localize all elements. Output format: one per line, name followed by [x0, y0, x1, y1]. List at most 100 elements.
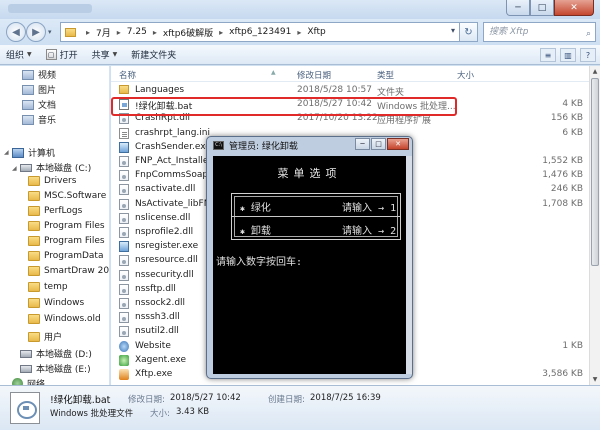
- selected-file-name: !绿化卸载.bat: [50, 395, 111, 406]
- folder-icon: [28, 266, 40, 276]
- view-controls: ≡ ▥ ?: [536, 48, 596, 62]
- console-titlebar[interactable]: C:\ 管理员: 绿化卸载 ─ □ ✕: [207, 137, 412, 154]
- column-type[interactable]: 类型: [377, 69, 394, 81]
- breadcrumb-xftp6-crack[interactable]: xftp6破解版: [163, 26, 213, 39]
- option-uninstall-hint: 请输入 → 2: [342, 222, 396, 237]
- console-maximize-button[interactable]: □: [371, 138, 386, 150]
- sidebar-item-music[interactable]: 音乐: [22, 113, 56, 126]
- breadcrumb-7月[interactable]: 7月: [96, 26, 111, 39]
- console-window[interactable]: C:\ 管理员: 绿化卸载 ─ □ ✕ 菜单选项 ✱ 绿化 请输入 → 1 ✱ 卸载…: [206, 136, 413, 379]
- folder-icon: [28, 221, 40, 231]
- exe-file-icon: [119, 241, 129, 253]
- sidebar-item-programdata[interactable]: ProgramData: [28, 251, 103, 261]
- sidebar-item-perflogs[interactable]: PerfLogs: [28, 206, 82, 216]
- sidebar-item-drive-d[interactable]: 本地磁盘 (D:): [20, 347, 92, 360]
- maximize-button[interactable]: □: [530, 0, 554, 16]
- file-modified: 2018/5/28 10:57: [297, 85, 372, 95]
- view-options-icon[interactable]: ≡: [540, 48, 556, 62]
- sidebar-item-windows-old[interactable]: Windows.old: [28, 314, 101, 324]
- open-button[interactable]: ▢ 打开: [45, 48, 78, 61]
- search-input[interactable]: 搜索 Xftp ⌕: [483, 22, 596, 42]
- highlight-box: [111, 97, 457, 116]
- dll-file-icon: [119, 212, 129, 224]
- sidebar-item-msc-software[interactable]: MSC.Software: [28, 191, 106, 201]
- sort-indicator-icon: ▲: [271, 69, 276, 76]
- new-folder-button[interactable]: 新建文件夹: [131, 48, 176, 61]
- organize-menu[interactable]: 组织 ▼: [6, 48, 32, 61]
- sidebar-item-windows[interactable]: Windows: [28, 298, 84, 308]
- help-icon[interactable]: ?: [580, 48, 596, 62]
- sidebar-item-program-files[interactable]: Program Files: [28, 221, 105, 231]
- library-icon: [22, 84, 34, 95]
- sidebar-item-program-files-x86[interactable]: Program Files: [28, 236, 105, 246]
- folder-icon: [28, 331, 40, 342]
- console-close-button[interactable]: ✕: [387, 138, 409, 150]
- library-icon: [22, 114, 34, 125]
- sidebar-item-pictures[interactable]: 图片: [22, 83, 56, 96]
- file-size: 6 KB: [562, 127, 583, 138]
- arrow-right-icon: →: [378, 226, 385, 237]
- close-button[interactable]: ✕: [554, 0, 594, 16]
- file-list-scrollbar[interactable]: ▲ ▼: [589, 66, 600, 385]
- console-scrollbar[interactable]: [406, 156, 412, 374]
- preview-pane-icon[interactable]: ▥: [560, 48, 576, 62]
- web-file-icon: [119, 340, 129, 352]
- forward-button[interactable]: ▶: [26, 22, 46, 42]
- option-green: ✱ 绿化: [240, 199, 271, 214]
- computer-icon: [12, 147, 24, 158]
- file-name: Languages: [135, 85, 185, 95]
- breadcrumb-xftp6-123491[interactable]: xftp6_123491: [229, 27, 291, 37]
- sidebar-item-videos[interactable]: 视频: [22, 68, 56, 81]
- breadcrumb-7-25[interactable]: 7.25: [127, 27, 147, 37]
- console-title: 管理员: 绿化卸载: [229, 142, 298, 152]
- file-size: 4 KB: [562, 99, 583, 110]
- file-name: nsutil2.dll: [135, 326, 179, 337]
- file-size: 1,552 KB: [542, 156, 583, 166]
- batch-file-icon: [10, 392, 40, 424]
- scroll-down-icon[interactable]: ▼: [590, 374, 600, 385]
- minimize-button[interactable]: ─: [506, 0, 530, 16]
- column-name[interactable]: 名称: [119, 69, 136, 81]
- sidebar-item-temp[interactable]: temp: [28, 282, 68, 292]
- file-size: 1,708 KB: [542, 198, 583, 209]
- recent-pages-dropdown[interactable]: ▾: [48, 28, 52, 36]
- drive-icon: [20, 163, 32, 172]
- sidebar-item-label: Program Files: [44, 236, 105, 246]
- folder-file-icon: [119, 85, 129, 94]
- share-menu[interactable]: 共享 ▼: [92, 48, 118, 61]
- dll-file-icon: [119, 269, 129, 281]
- sidebar-item-drivers[interactable]: Drivers: [28, 176, 76, 186]
- sidebar-item-drive-c[interactable]: 本地磁盘 (C:): [20, 161, 91, 174]
- menu-box: ✱ 绿化 请输入 → 1 ✱ 卸载 请输入 → 2: [231, 193, 401, 240]
- option-hint: 请输入: [342, 203, 372, 214]
- console-minimize-button[interactable]: ─: [355, 138, 370, 150]
- sidebar-item-label: Windows: [44, 298, 85, 308]
- file-name: nssftp.dll: [135, 283, 176, 294]
- back-button[interactable]: ◀: [6, 22, 26, 42]
- sidebar-item-computer[interactable]: 计算机: [12, 146, 55, 159]
- sidebar-item-users[interactable]: 用户: [28, 330, 62, 343]
- sidebar-item-drive-e[interactable]: 本地磁盘 (E:): [20, 362, 91, 375]
- column-modified[interactable]: 修改日期: [297, 69, 331, 81]
- address-history-dropdown[interactable]: ▾: [451, 26, 455, 35]
- breadcrumb-xftp[interactable]: Xftp: [307, 27, 325, 37]
- column-size[interactable]: 大小: [457, 69, 474, 81]
- scrollbar-thumb[interactable]: [591, 78, 599, 266]
- expand-arrow-icon[interactable]: ◢: [4, 149, 9, 156]
- scroll-up-icon[interactable]: ▲: [590, 66, 600, 77]
- address-bar[interactable]: ▸ 7月 ▸ 7.25 ▸ xftp6破解版 ▸ xftp6_123491 ▸ …: [60, 22, 460, 42]
- file-size: 1 KB: [562, 340, 583, 351]
- sidebar-item-network[interactable]: 网络: [12, 377, 45, 385]
- table-row[interactable]: Languages 2018/5/28 10:57 文件夹: [111, 84, 589, 98]
- sidebar-item-smartdraw[interactable]: SmartDraw 20: [28, 266, 109, 276]
- folder-icon: [28, 314, 40, 324]
- expand-arrow-icon[interactable]: ◢: [12, 165, 17, 172]
- xag-file-icon: [119, 354, 129, 366]
- refresh-button[interactable]: ↻: [460, 22, 478, 42]
- sidebar-item-documents[interactable]: 文档: [22, 98, 56, 111]
- sidebar-item-label: 本地磁盘 (D:): [36, 350, 92, 360]
- search-icon[interactable]: ⌕: [586, 25, 591, 43]
- console-output[interactable]: 菜单选项 ✱ 绿化 请输入 → 1 ✱ 卸载 请输入 → 2 请输入数字按回车:: [213, 156, 406, 374]
- command-bar: 组织 ▼ ▢ 打开 共享 ▼ 新建文件夹 ≡ ▥ ?: [0, 45, 600, 65]
- sidebar-item-label: SmartDraw 20: [44, 266, 110, 276]
